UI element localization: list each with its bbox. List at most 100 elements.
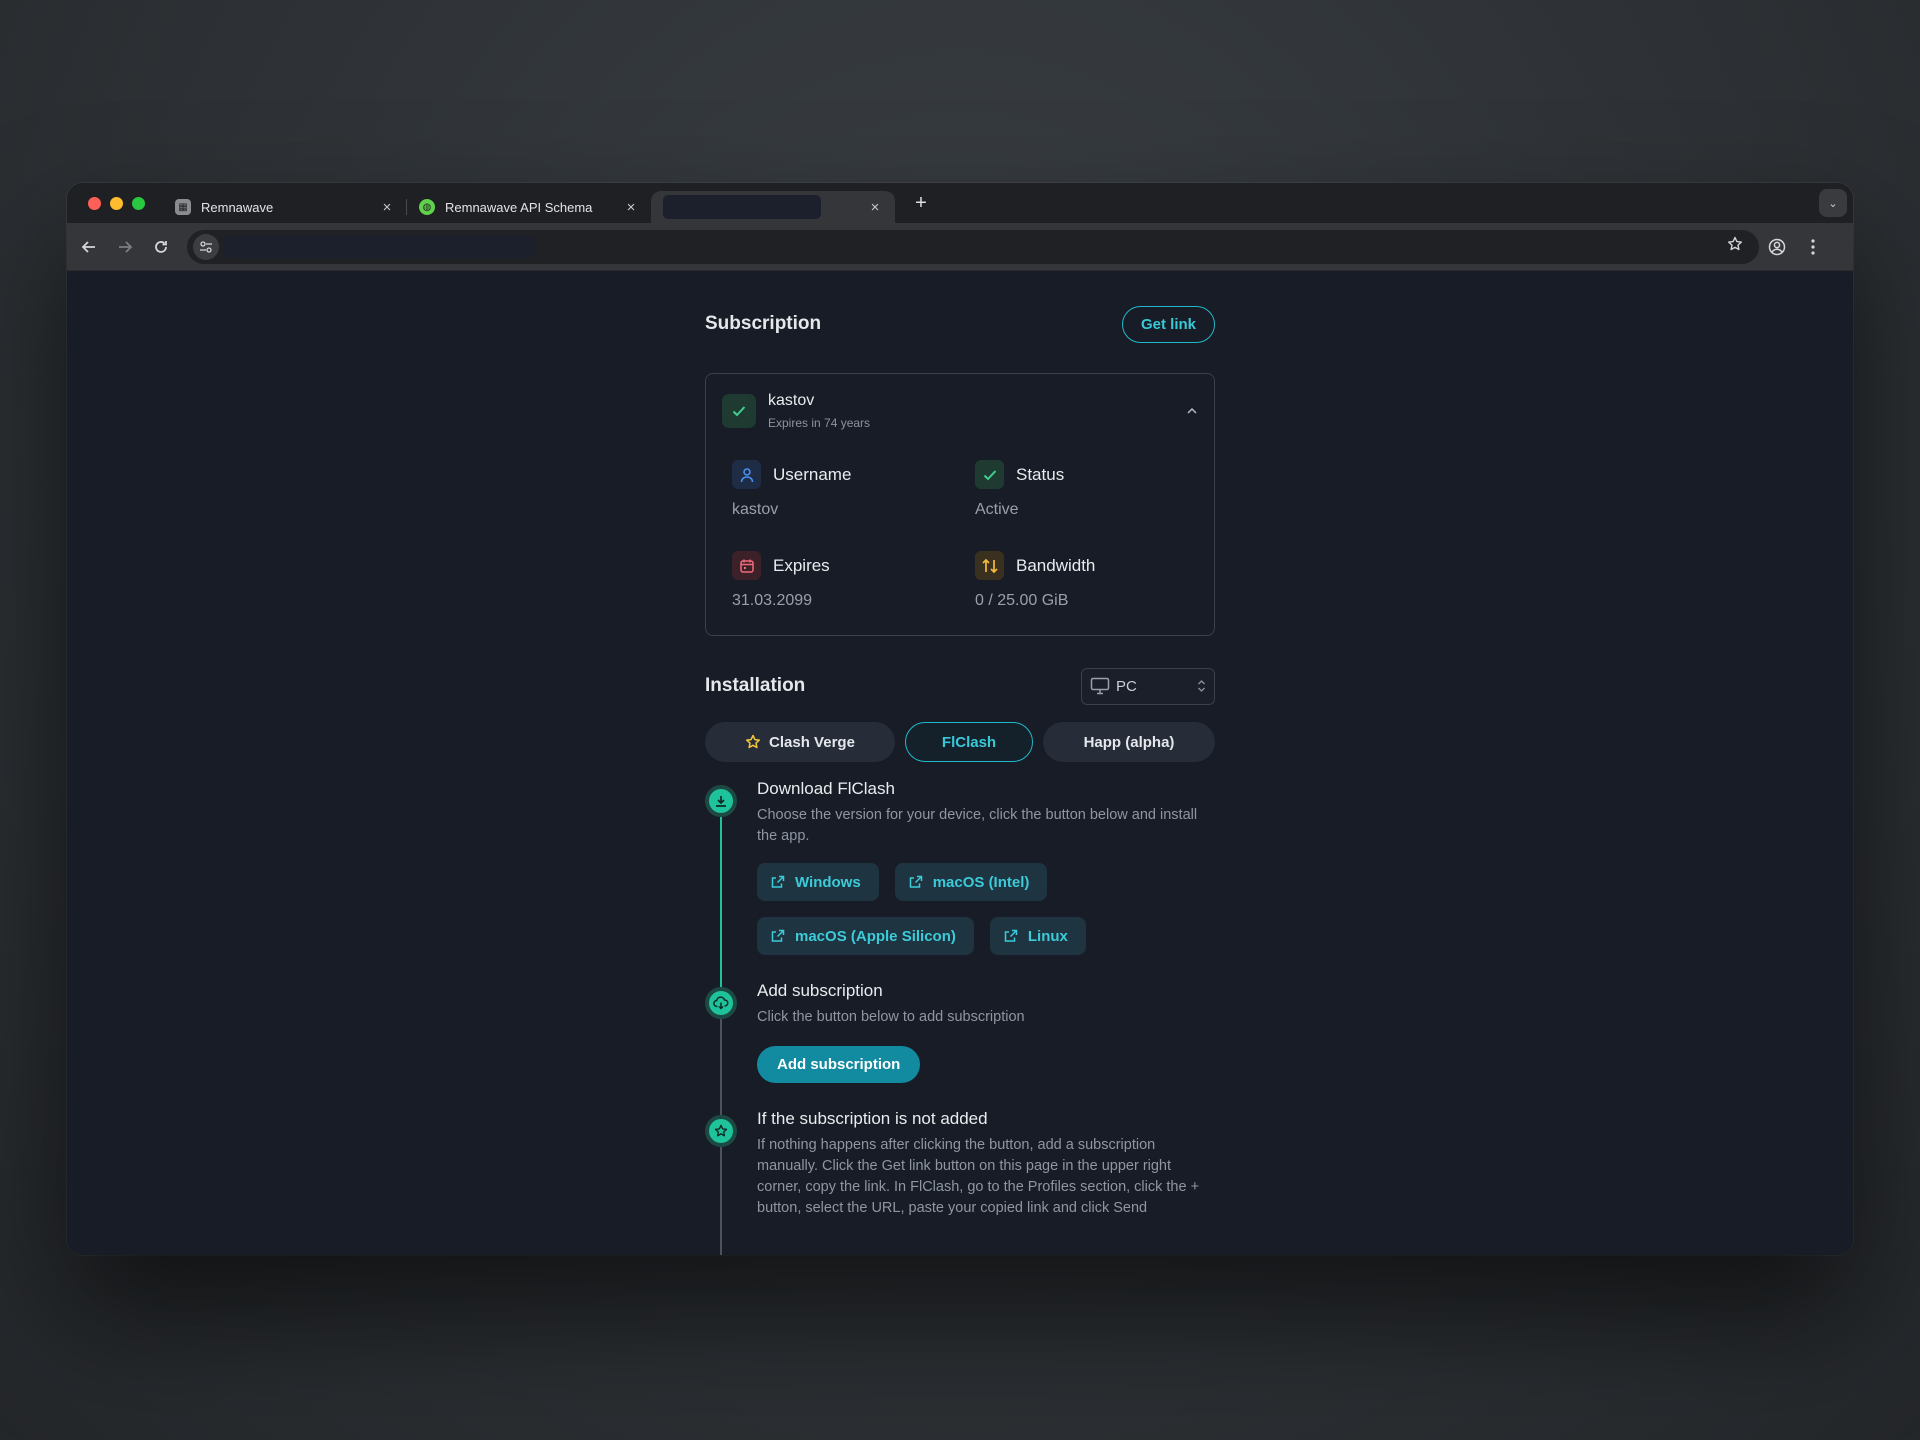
tab-active[interactable]: × <box>651 191 895 223</box>
timeline-line <box>720 1147 722 1255</box>
status-check-icon <box>975 460 1004 489</box>
subscription-card-header[interactable]: kastov Expires in 74 years <box>722 392 1198 430</box>
tab-api-schema[interactable]: ◍ Remnawave API Schema × <box>407 191 651 223</box>
browser-menu-button[interactable] <box>1795 229 1831 265</box>
username-label: Username <box>773 464 852 484</box>
step-download: Download FlClash Choose the version for … <box>757 779 1217 955</box>
new-tab-button[interactable]: + <box>909 192 933 215</box>
bandwidth-field: Bandwidth 0 / 25.00 GiB <box>975 551 1195 610</box>
redacted-tab-title <box>663 195 821 219</box>
user-summary: kastov Expires in 74 years <box>768 392 870 430</box>
profile-icon <box>1768 238 1786 255</box>
download-buttons-row: Windows macOS (Intel) <box>757 863 1217 901</box>
button-label: Linux <box>1027 927 1068 945</box>
bandwidth-label: Bandwidth <box>1016 555 1096 575</box>
subscription-header: Subscription Get link <box>705 305 1215 343</box>
reload-button[interactable] <box>143 229 179 265</box>
page-content: Subscription Get link kastov Expires in … <box>67 271 1853 1255</box>
tab-remnawave[interactable]: ▦ Remnawave × <box>163 191 407 223</box>
expires-relative: Expires in 74 years <box>768 416 871 430</box>
tab-title: Remnawave API Schema <box>445 199 593 215</box>
globe-favicon-icon: ◍ <box>419 199 435 215</box>
app-tab-label: FlClash <box>941 733 997 751</box>
download-step-icon <box>705 785 737 817</box>
browser-window: ▦ Remnawave × ◍ Remnawave API Schema × ×… <box>67 183 1853 1255</box>
check-icon <box>722 394 756 428</box>
status-field: Status Active <box>975 460 1195 519</box>
button-label: Windows <box>795 873 861 891</box>
download-windows-button[interactable]: Windows <box>757 863 879 901</box>
timeline-line-active <box>720 817 722 987</box>
external-link-icon <box>771 875 785 888</box>
user-icon <box>732 460 761 489</box>
arrow-left-icon <box>81 240 95 253</box>
app-tab-flclash[interactable]: FlClash <box>905 722 1033 762</box>
download-linux-button[interactable]: Linux <box>989 917 1086 955</box>
add-subscription-button[interactable]: Add subscription <box>757 1046 921 1083</box>
forward-button[interactable] <box>107 229 143 265</box>
step-title: If the subscription is not added <box>757 1109 988 1128</box>
external-link-icon <box>1004 929 1018 942</box>
user-name: kastov <box>768 392 815 409</box>
site-settings-icon[interactable] <box>193 233 219 260</box>
username-value: kastov <box>732 501 779 518</box>
download-buttons-row: macOS (Apple Silicon) Linux <box>757 917 1217 955</box>
app-tab-label: Clash Verge <box>769 733 855 751</box>
tab-close-icon[interactable]: × <box>623 199 639 216</box>
step-description: Click the button below to add subscripti… <box>757 1009 1025 1025</box>
button-label: macOS (Apple Silicon) <box>795 927 956 945</box>
arrow-right-icon <box>119 240 133 253</box>
star-step-icon <box>705 1115 737 1147</box>
star-icon <box>745 734 761 749</box>
step-description: If nothing happens after clicking the bu… <box>757 1137 1200 1216</box>
tab-close-icon[interactable]: × <box>867 199 883 216</box>
arrows-up-down-icon <box>975 551 1004 580</box>
expires-value: 31.03.2099 <box>732 592 813 609</box>
status-value: Active <box>975 501 1019 518</box>
profile-button[interactable] <box>1759 229 1795 265</box>
address-bar[interactable] <box>187 229 1759 264</box>
remnawave-favicon-icon: ▦ <box>175 199 191 215</box>
close-window-button[interactable] <box>88 196 101 210</box>
tab-close-icon[interactable]: × <box>379 199 395 216</box>
bandwidth-value: 0 / 25.00 GiB <box>975 592 1069 609</box>
step-description: Choose the version for your device, clic… <box>757 807 1198 844</box>
status-label: Status <box>1016 464 1065 484</box>
platform-select-value: PC <box>1116 677 1137 695</box>
username-field: Username kastov <box>732 460 952 519</box>
redacted-url <box>223 235 535 258</box>
expires-label: Expires <box>773 555 830 575</box>
tune-icon <box>200 240 212 253</box>
chevron-up-icon[interactable] <box>1186 404 1198 418</box>
app-tab-happ[interactable]: Happ (alpha) <box>1043 722 1215 762</box>
tab-strip: ▦ Remnawave × ◍ Remnawave API Schema × ×… <box>67 183 1853 223</box>
tab-search-button[interactable]: ⌄ <box>1819 189 1847 217</box>
minimize-window-button[interactable] <box>110 196 123 210</box>
platform-select[interactable]: PC <box>1081 667 1215 705</box>
external-link-icon <box>909 875 922 888</box>
expires-field: Expires 31.03.2099 <box>732 551 952 610</box>
step-title: Add subscription <box>757 981 883 1000</box>
step-title: Download FlClash <box>757 779 895 798</box>
select-chevron-icon <box>1197 679 1206 694</box>
more-vertical-icon <box>1811 238 1815 255</box>
window-controls <box>88 196 145 210</box>
step-not-added: If the subscription is not added If noth… <box>757 1109 1217 1219</box>
download-macos-intel-button[interactable]: macOS (Intel) <box>894 863 1048 901</box>
app-tab-label: Happ (alpha) <box>1083 733 1175 751</box>
maximize-window-button[interactable] <box>132 196 145 210</box>
installation-title: Installation <box>705 675 806 696</box>
back-button[interactable] <box>71 229 107 265</box>
get-link-button[interactable]: Get link <box>1121 305 1215 343</box>
tab-title: Remnawave <box>201 199 274 215</box>
timeline-line <box>720 1019 722 1115</box>
download-macos-apple-silicon-button[interactable]: macOS (Apple Silicon) <box>757 917 974 955</box>
reload-icon <box>155 240 167 253</box>
external-link-icon <box>771 929 785 942</box>
app-tab-clash-verge[interactable]: Clash Verge <box>705 722 895 762</box>
browser-toolbar <box>67 223 1853 271</box>
monitor-icon <box>1090 677 1110 695</box>
bookmark-star-icon[interactable] <box>1723 236 1747 257</box>
subscription-title: Subscription <box>705 313 822 334</box>
app-selector: Clash Verge FlClash Happ (alpha) <box>705 722 1215 762</box>
